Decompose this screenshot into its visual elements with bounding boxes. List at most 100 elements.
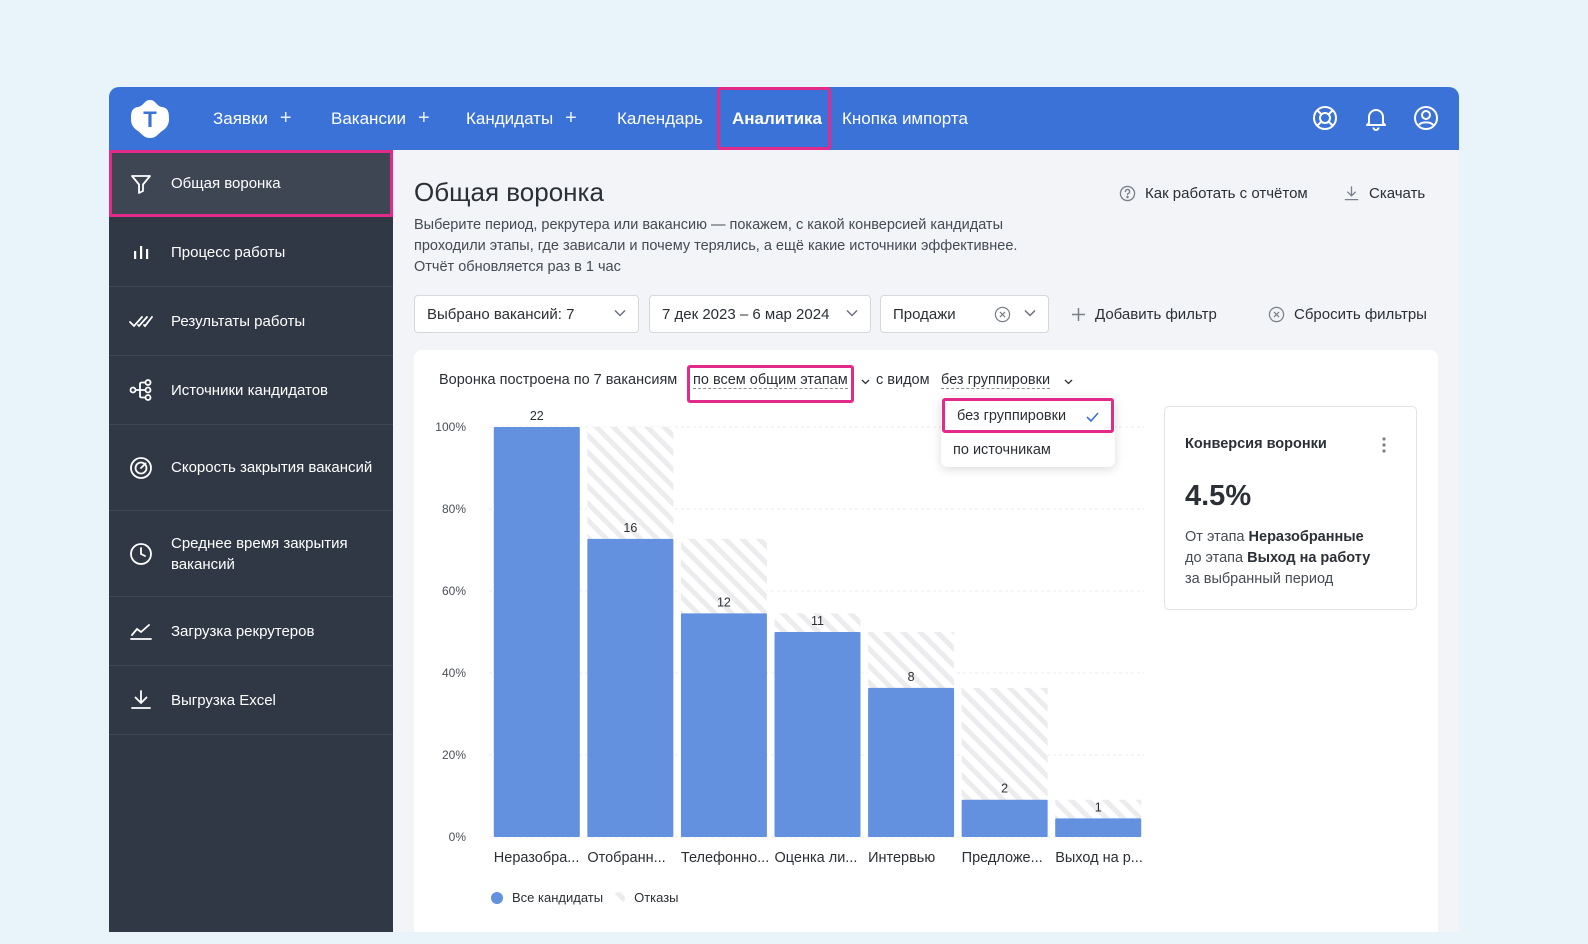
nav-import-label: Кнопка импорта — [842, 108, 968, 128]
chart-legend: Все кандидаты Отказы — [491, 890, 679, 905]
funnel-report-card: Воронка построена по 7 вакансиям по всем… — [414, 350, 1438, 932]
sidebar-item-label: Скорость закрытия вакансий — [171, 459, 373, 476]
to-text: до этапа — [1185, 550, 1244, 566]
add-filter-button[interactable]: Добавить фильтр — [1071, 295, 1217, 333]
bar-value-label: 1 — [1095, 800, 1102, 814]
chevron-down-icon — [846, 309, 858, 317]
x-category-label: Интервью — [868, 850, 935, 866]
clear-circle-x-icon[interactable] — [994, 306, 1011, 323]
y-tick-label: 20% — [442, 748, 466, 762]
period-filter-select[interactable]: 7 дек 2023 – 6 мар 2024 — [649, 295, 871, 333]
sidebar-item-label: Среднее время закрытия вакансий — [171, 534, 348, 573]
sidebar-item-recruiter-load[interactable]: Загрузка рекрутеров — [109, 597, 393, 666]
nav-requests[interactable]: Заявки + — [213, 87, 292, 150]
sidebar-item-excel-export[interactable]: Выгрузка Excel — [109, 666, 393, 735]
sidebar-item-work-process[interactable]: Процесс работы — [109, 218, 393, 287]
bar-all-candidates — [493, 427, 580, 837]
chevron-down-icon — [614, 309, 626, 317]
share-nodes-icon — [129, 379, 152, 401]
reset-filters-label: Сбросить фильтры — [1294, 305, 1427, 323]
report-help-link[interactable]: Как работать с отчётом — [1119, 185, 1308, 202]
nav-candidates-label: Кандидаты — [466, 108, 554, 128]
nav-vacancies[interactable]: Вакансии + — [331, 87, 430, 150]
department-filter-select[interactable]: Продажи — [880, 295, 1049, 333]
speedometer-icon — [130, 456, 152, 479]
plus-icon — [1072, 307, 1085, 321]
department-filter-value: Продажи — [893, 305, 956, 323]
trend-line-icon — [130, 624, 152, 640]
nav-vacancies-label: Вакансии — [331, 108, 406, 128]
chevron-down-icon — [1024, 309, 1036, 317]
sidebar-item-label: Источники кандидатов — [171, 381, 329, 399]
sidebar-item-general-funnel[interactable]: Общая воронка — [109, 150, 393, 217]
grouping-option-sources[interactable]: по источникам — [941, 435, 1115, 465]
sidebar-item-average-closing-time[interactable]: Среднее время закрытия вакансий — [109, 511, 393, 597]
page-description-line: Выберите период, рекрутера или вакансию … — [414, 217, 1003, 233]
bar-value-label: 2 — [1001, 782, 1008, 796]
sidebar-item-label: Загрузка рекрутеров — [171, 622, 315, 640]
help-lifebuoy-icon[interactable] — [1312, 105, 1338, 131]
logo-letter: T — [143, 107, 157, 132]
user-avatar-icon[interactable] — [1413, 105, 1439, 131]
add-candidate-plus-icon[interactable]: + — [565, 107, 577, 130]
bar-all-candidates — [680, 613, 767, 837]
bar-all-candidates — [868, 687, 955, 837]
sidebar: Общая воронка Процесс работы Результаты … — [109, 150, 393, 932]
bar-all-candidates — [587, 538, 674, 837]
add-request-plus-icon[interactable]: + — [280, 107, 292, 130]
bar-value-label: 12 — [717, 595, 731, 609]
download-report-link[interactable]: Скачать — [1343, 185, 1425, 202]
double-check-icon — [129, 316, 153, 328]
to-stage: Выход на работу — [1247, 550, 1371, 566]
sidebar-item-candidate-sources[interactable]: Источники кандидатов — [109, 356, 393, 425]
y-tick-label: 40% — [442, 666, 466, 680]
bar-value-label: 16 — [623, 521, 637, 535]
x-category-label: Оценка ли... — [775, 850, 858, 866]
grouping-dropdown-menu: без группировки по источникам — [941, 397, 1115, 467]
bar-value-label: 8 — [908, 670, 915, 684]
add-filter-label: Добавить фильтр — [1095, 305, 1217, 323]
bars-icon — [134, 246, 149, 259]
from-stage: Неразобранные — [1248, 529, 1364, 545]
bell-icon[interactable] — [1363, 105, 1389, 131]
y-tick-label: 100% — [435, 420, 466, 434]
x-category-label: Отобранн... — [587, 850, 665, 866]
bar-all-candidates — [1055, 818, 1142, 837]
nav-analytics[interactable]: Аналитика — [717, 87, 831, 150]
download-icon — [131, 690, 151, 709]
grouping-option-label: по источникам — [953, 442, 1051, 458]
download-label: Скачать — [1369, 185, 1426, 202]
legend-swatch-rejections — [613, 891, 626, 904]
nav-candidates[interactable]: Кандидаты + — [466, 87, 577, 150]
bar-value-label: 22 — [530, 409, 544, 423]
sidebar-item-label: Общая воронка — [171, 175, 281, 192]
sidebar-item-work-results[interactable]: Результаты работы — [109, 287, 393, 356]
close-circle-icon — [1268, 306, 1285, 322]
nav-import-button[interactable]: Кнопка импорта — [842, 87, 968, 150]
grouping-option-none[interactable]: без группировки — [942, 398, 1114, 433]
sidebar-item-closing-speed[interactable]: Скорость закрытия вакансий — [109, 425, 393, 511]
nav-requests-label: Заявки — [213, 108, 268, 128]
add-vacancy-plus-icon[interactable]: + — [418, 107, 430, 130]
page-title: Общая воронка — [414, 177, 604, 207]
vacancies-filter-value: Выбрано вакансий: 7 — [427, 305, 575, 323]
x-category-label: Телефонно... — [681, 850, 769, 866]
nav-calendar-label: Календарь — [617, 108, 703, 128]
conversion-title: Конверсия воронки — [1185, 436, 1327, 452]
clock-icon — [130, 542, 152, 565]
top-navigation-bar: T Заявки + Вакансии + Кандидаты + Календ… — [109, 87, 1459, 150]
from-text: От этапа — [1185, 529, 1245, 545]
conversion-widget: Конверсия воронки 4.5% От этапа Неразобр… — [1164, 406, 1417, 610]
more-vertical-icon[interactable] — [1382, 437, 1386, 453]
report-help-label: Как работать с отчётом — [1145, 185, 1308, 202]
sidebar-item-label: Процесс работы — [171, 243, 286, 261]
nav-calendar[interactable]: Календарь — [617, 87, 703, 150]
page-description-line: Отчёт обновляется раз в 1 час — [414, 259, 621, 275]
reset-filters-button[interactable]: Сбросить фильтры — [1268, 295, 1427, 333]
question-circle-icon — [1119, 185, 1136, 202]
y-tick-label: 0% — [449, 830, 467, 844]
vacancies-filter-select[interactable]: Выбрано вакансий: 7 — [414, 295, 639, 333]
app-logo-icon[interactable]: T — [129, 98, 171, 140]
checkmark-icon — [1086, 412, 1099, 422]
grouping-option-label: без группировки — [957, 407, 1067, 424]
